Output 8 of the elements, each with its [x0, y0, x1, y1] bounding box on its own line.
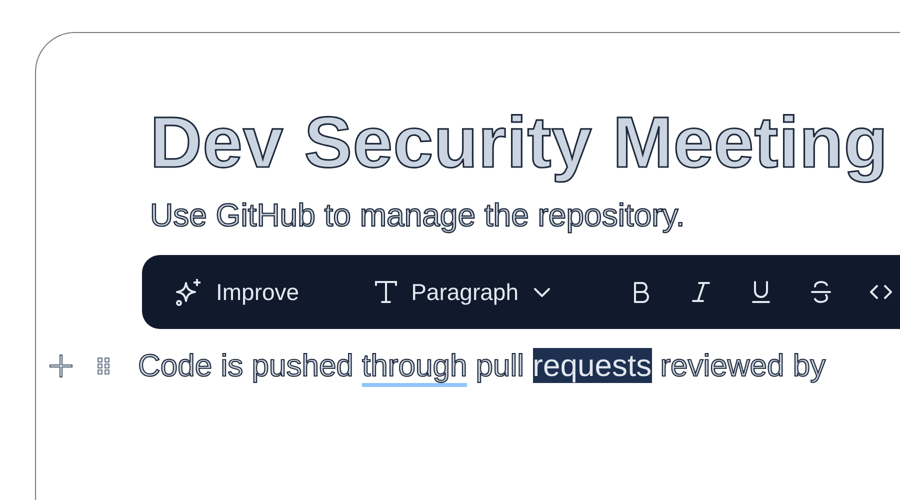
- plus-icon[interactable]: [48, 353, 74, 379]
- text-icon: [373, 279, 400, 305]
- strikethrough-icon: [808, 280, 833, 304]
- improve-button[interactable]: Improve: [170, 271, 304, 313]
- document-subtitle: Use GitHub to manage the repository.: [150, 197, 686, 233]
- paragraph-text: Code is pushed through pull requests reviewed by: [138, 347, 826, 385]
- paragraph-dropdown[interactable]: Paragraph: [369, 272, 557, 312]
- document-title: Dev Security Meeting: [150, 103, 890, 183]
